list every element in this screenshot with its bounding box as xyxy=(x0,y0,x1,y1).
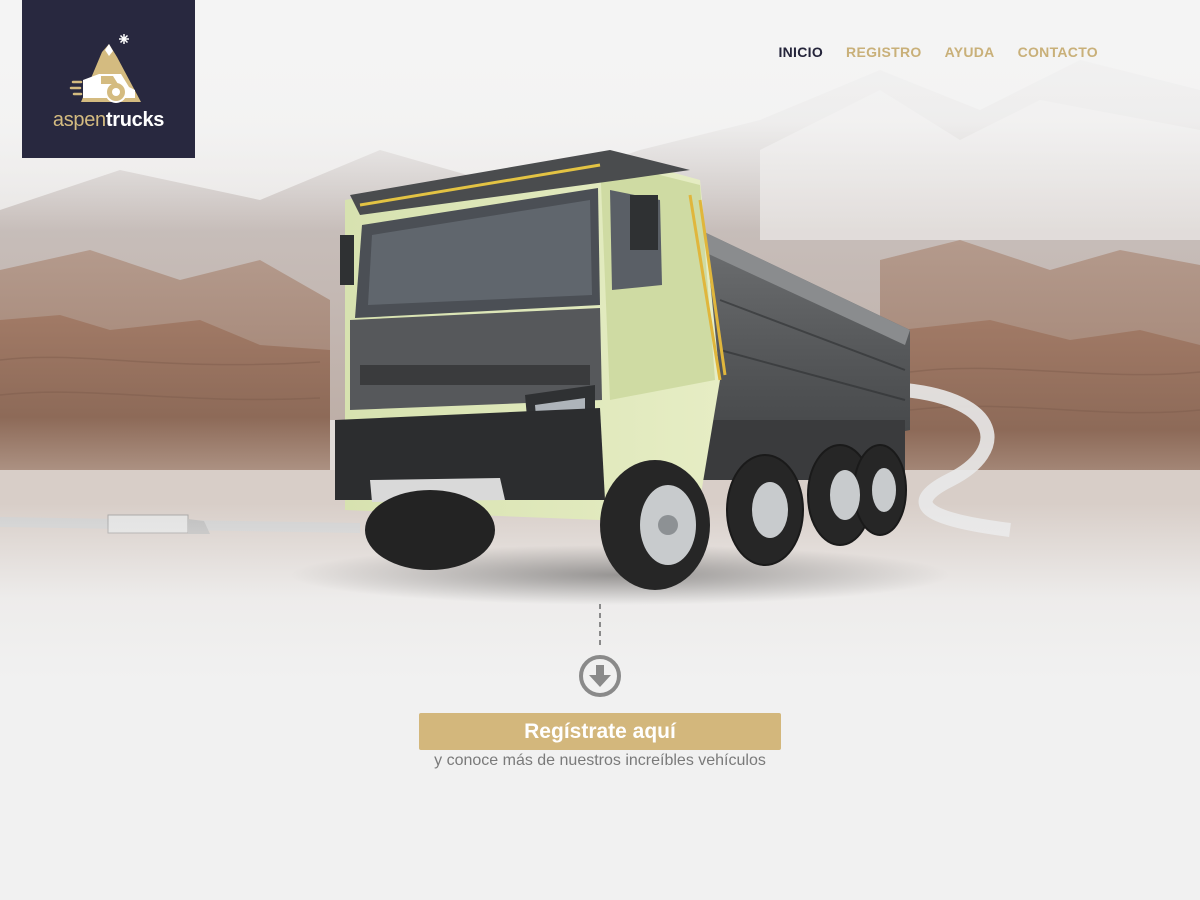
brand-wordmark: aspentrucks xyxy=(52,109,165,132)
nav-item-registro[interactable]: REGISTRO xyxy=(846,44,922,60)
nav-item-ayuda[interactable]: AYUDA xyxy=(945,44,995,60)
main-nav: INICIO REGISTRO AYUDA CONTACTO xyxy=(778,44,1098,60)
brand-logo[interactable]: aspentrucks xyxy=(22,0,195,158)
register-cta-button[interactable]: Regístrate aquí xyxy=(419,713,781,750)
nav-item-contacto[interactable]: CONTACTO xyxy=(1018,44,1098,60)
truck-mountain-logo-icon xyxy=(69,34,141,103)
snowflake-icon xyxy=(118,34,129,44)
cta-subtitle: y conoce más de nuestros increíbles vehí… xyxy=(434,752,766,769)
arrow-down-circle-icon[interactable] xyxy=(578,654,622,698)
brand-name-part1: aspen xyxy=(52,109,106,131)
nav-item-inicio[interactable]: INICIO xyxy=(778,44,823,60)
brand-name-part2: trucks xyxy=(105,109,165,131)
dashed-connector xyxy=(599,604,601,646)
